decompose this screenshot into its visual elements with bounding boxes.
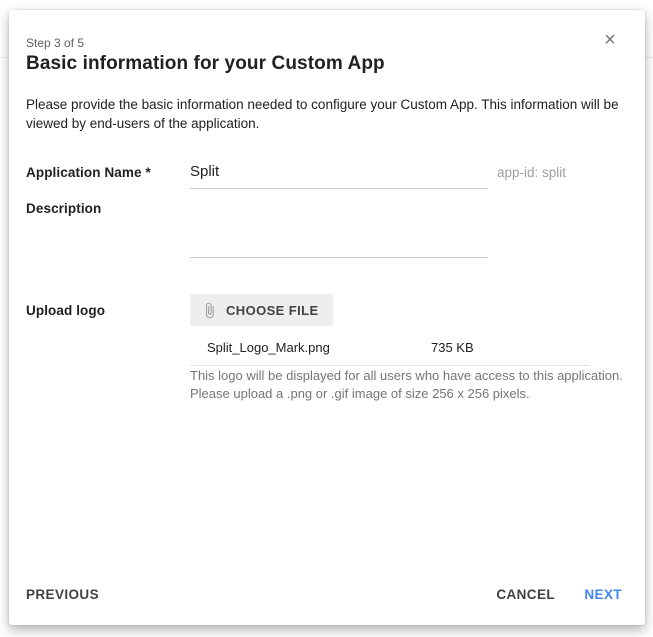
choose-file-button[interactable]: CHOOSE FILE — [190, 294, 333, 326]
step-indicator: Step 3 of 5 — [26, 36, 84, 50]
cancel-button[interactable]: CANCEL — [496, 585, 555, 604]
app-id-hint: app-id: split — [497, 165, 566, 180]
previous-button[interactable]: PREVIOUS — [26, 585, 99, 604]
custom-app-dialog: Step 3 of 5 × Basic information for your… — [9, 10, 645, 625]
application-name-label: Application Name * — [26, 165, 151, 180]
application-name-input[interactable] — [190, 162, 488, 189]
dialog-title: Basic information for your Custom App — [26, 53, 385, 75]
uploaded-file-name: Split_Logo_Mark.png — [207, 340, 413, 355]
upload-logo-helper-text: This logo will be displayed for all user… — [190, 367, 627, 402]
attach-file-icon — [201, 302, 218, 319]
close-icon[interactable]: × — [599, 29, 621, 51]
upload-logo-label: Upload logo — [26, 303, 105, 318]
uploaded-file-size: 735 KB — [431, 340, 474, 355]
next-button[interactable]: NEXT — [584, 585, 622, 604]
uploaded-file-row: Split_Logo_Mark.png 735 KB — [190, 340, 590, 366]
description-label: Description — [26, 201, 101, 216]
description-input[interactable] — [190, 230, 488, 258]
dialog-intro-text: Please provide the basic information nee… — [26, 95, 624, 133]
choose-file-button-label: CHOOSE FILE — [226, 303, 319, 318]
